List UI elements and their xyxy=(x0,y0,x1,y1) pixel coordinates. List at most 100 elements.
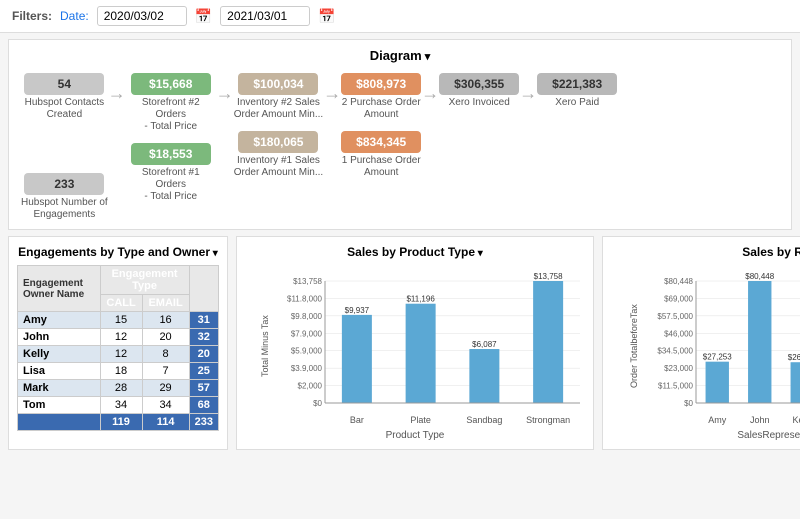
calendar-icon-from[interactable]: 📅 xyxy=(195,8,212,25)
eng-email-john: 20 xyxy=(142,329,189,346)
diagram-col-6: $221,383 Xero Paid xyxy=(537,73,617,109)
eng-email-mark: 29 xyxy=(142,380,189,397)
node-storefront2-label: Storefront #2 Orders- Total Price xyxy=(126,97,216,133)
col-call-header: CALL xyxy=(100,295,142,312)
filter-label: Filters: xyxy=(12,9,52,23)
node-inventory1: $180,065 Inventory #1 SalesOrder Amount … xyxy=(234,131,323,179)
node-purchase2-box: $808,973 xyxy=(341,73,421,95)
eng-call-kelly: 12 xyxy=(100,346,142,363)
node-inventory1-label: Inventory #1 SalesOrder Amount Min... xyxy=(234,155,323,179)
diagram-col-4: $808,973 2 Purchase OrderAmount $834,345… xyxy=(341,73,421,179)
node-xero-paid: $221,383 Xero Paid xyxy=(537,73,617,109)
svg-text:Bar: Bar xyxy=(350,415,364,425)
svg-text:$11,196: $11,196 xyxy=(406,295,435,304)
engagements-table: Engagement Owner Name Engagement Type CA… xyxy=(17,265,219,431)
eng-total-mark: 57 xyxy=(189,380,218,397)
svg-text:$13,758: $13,758 xyxy=(534,272,563,281)
engagements-title[interactable]: Engagements by Type and Owner xyxy=(17,245,219,259)
date-to-input[interactable] xyxy=(220,6,310,26)
svg-text:$80,448: $80,448 xyxy=(664,277,693,286)
svg-text:$0: $0 xyxy=(684,399,693,408)
date-from-input[interactable] xyxy=(97,6,187,26)
eng-name-lisa: Lisa xyxy=(18,363,101,380)
eng-email-tom: 34 xyxy=(142,397,189,414)
node-inventory2: $100,034 Inventory #2 SalesOrder Amount … xyxy=(234,73,323,121)
arrow-4: → xyxy=(421,83,439,104)
eng-name-mark: Mark xyxy=(18,380,101,397)
date-filter-label[interactable]: Date: xyxy=(60,9,89,23)
sales-rep-panel: Sales by Rep Order TotalbeforeTax $0$11.… xyxy=(602,236,800,450)
node-inventory2-box: $100,034 xyxy=(238,73,318,95)
svg-text:John: John xyxy=(750,415,770,425)
eng-name-amy: Amy xyxy=(18,312,101,329)
arrow-icon-2: → xyxy=(216,83,234,104)
svg-text:$5.9,000: $5.9,000 xyxy=(291,347,323,356)
svg-text:Plate: Plate xyxy=(410,415,431,425)
node-storefront1-box: $18,553 xyxy=(131,143,211,165)
col-type-header: Engagement Type xyxy=(100,266,189,295)
diagram-col-5: $306,355 Xero Invoiced xyxy=(439,73,519,109)
eng-total-total: 233 xyxy=(189,414,218,431)
node-hubspot-engagements: 233 Hubspot Number ofEngagements xyxy=(21,173,108,221)
col-email-header: EMAIL xyxy=(142,295,189,312)
diagram-col-1: 54 Hubspot ContactsCreated 233 Hubspot N… xyxy=(21,73,108,221)
node-purchase2: $808,973 2 Purchase OrderAmount xyxy=(341,73,421,121)
sales-product-title[interactable]: Sales by Product Type xyxy=(245,245,585,259)
node-storefront2-box: $15,668 xyxy=(131,73,211,95)
svg-text:Sandbag: Sandbag xyxy=(466,415,502,425)
diagram-title[interactable]: Diagram xyxy=(21,48,779,63)
svg-text:Strongman: Strongman xyxy=(526,415,570,425)
sales-product-chart-container: Total Minus Tax $0$2,000$3.9,000$5.9,000… xyxy=(245,263,585,428)
node-storefront1: $18,553 Storefront #1 Orders- Total Pric… xyxy=(126,143,216,203)
eng-call-lisa: 18 xyxy=(100,363,142,380)
eng-total-email: 114 xyxy=(142,414,189,431)
node-purchase1-box: $834,345 xyxy=(341,131,421,153)
node-inventory2-label: Inventory #2 SalesOrder Amount Min... xyxy=(234,97,323,121)
diagram-flow: 54 Hubspot ContactsCreated 233 Hubspot N… xyxy=(21,73,779,221)
svg-text:$34.5,000: $34.5,000 xyxy=(657,347,693,356)
node-xero-invoiced-label: Xero Invoiced xyxy=(449,97,510,109)
sales-product-chart-svg: $0$2,000$3.9,000$5.9,000$7.9,000$9.8,000… xyxy=(285,263,585,428)
svg-text:$69,000: $69,000 xyxy=(664,294,693,303)
eng-total-tom: 68 xyxy=(189,397,218,414)
eng-call-john: 12 xyxy=(100,329,142,346)
bar-strongman xyxy=(533,281,563,403)
y-axis-label-product: Total Minus Tax xyxy=(245,263,285,428)
sales-product-panel: Sales by Product Type Total Minus Tax $0… xyxy=(236,236,594,450)
eng-total-john: 32 xyxy=(189,329,218,346)
svg-text:$57.5,000: $57.5,000 xyxy=(657,312,693,321)
sales-rep-chart-svg: $0$11.5,000$23,000$34.5,000$46,000$57.5,… xyxy=(656,263,800,428)
svg-text:$27,253: $27,253 xyxy=(703,353,732,362)
node-xero-invoiced: $306,355 Xero Invoiced xyxy=(439,73,519,109)
eng-name-john: John xyxy=(18,329,101,346)
svg-text:$11.8,000: $11.8,000 xyxy=(287,294,323,303)
eng-total-amy: 31 xyxy=(189,312,218,329)
node-hubspot-contacts-label: Hubspot ContactsCreated xyxy=(25,97,105,121)
sales-product-x-label: Product Type xyxy=(245,430,585,441)
calendar-icon-to[interactable]: 📅 xyxy=(318,8,335,25)
bar-bar xyxy=(342,315,372,403)
node-hubspot-engagements-box: 233 xyxy=(24,173,104,195)
eng-total-call: 119 xyxy=(100,414,142,431)
svg-text:$9.8,000: $9.8,000 xyxy=(291,312,323,321)
arrow-icon-3: → xyxy=(323,83,341,104)
y-axis-label-rep: Order TotalbeforeTax xyxy=(611,263,656,428)
diagram-col-3: $100,034 Inventory #2 SalesOrder Amount … xyxy=(234,73,323,179)
node-xero-invoiced-box: $306,355 xyxy=(439,73,519,95)
eng-email-lisa: 7 xyxy=(142,363,189,380)
svg-text:$80,448: $80,448 xyxy=(745,272,774,281)
svg-text:Kelly: Kelly xyxy=(792,415,800,425)
svg-text:Amy: Amy xyxy=(708,415,727,425)
node-hubspot-contacts: 54 Hubspot ContactsCreated xyxy=(24,73,104,121)
svg-text:$3.9,000: $3.9,000 xyxy=(291,364,323,373)
filter-bar: Filters: Date: 📅 📅 xyxy=(0,0,800,33)
eng-email-amy: 16 xyxy=(142,312,189,329)
bottom-row: Engagements by Type and Owner Engagement… xyxy=(8,236,792,450)
node-storefront1-label: Storefront #1 Orders- Total Price xyxy=(126,167,216,203)
eng-name-kelly: Kelly xyxy=(18,346,101,363)
node-purchase1-label: 1 Purchase OrderAmount xyxy=(342,155,421,179)
arrow-1: → xyxy=(108,83,126,104)
arrow-5: → xyxy=(519,83,537,104)
sales-rep-x-label: SalesRepresentative xyxy=(611,430,800,441)
sales-rep-title[interactable]: Sales by Rep xyxy=(611,245,800,259)
